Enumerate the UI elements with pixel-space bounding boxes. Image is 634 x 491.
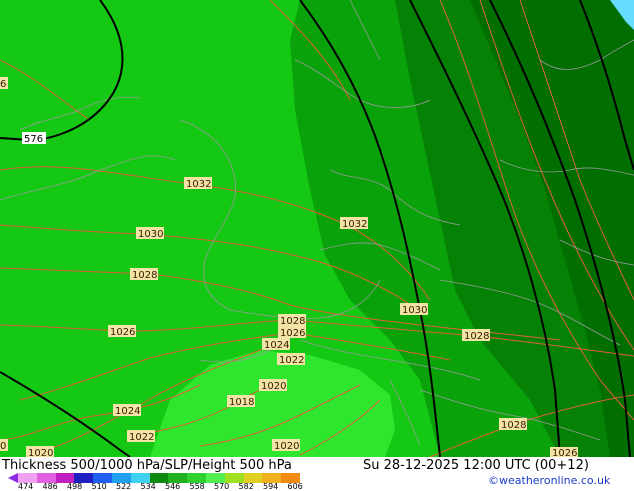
svg-text:1024: 1024 [115, 406, 140, 417]
valid-time: Su 28-12-2025 12:00 UTC (00+12) [363, 458, 589, 473]
credit-link[interactable]: ©weatheronline.co.uk [488, 474, 610, 487]
pressure-label: 1024 [262, 338, 290, 351]
svg-text:1020: 1020 [261, 381, 286, 392]
svg-text:1030: 1030 [138, 229, 163, 240]
pressure-label: 1026 [550, 447, 578, 457]
pressure-label: 6 [0, 77, 8, 90]
pressure-label: 1020 [272, 439, 300, 452]
pressure-label: 1026 [278, 326, 306, 339]
svg-text:0: 0 [0, 441, 6, 452]
svg-text:1026: 1026 [280, 328, 305, 339]
svg-text:1030: 1030 [402, 305, 427, 316]
pressure-label: 1024 [113, 404, 141, 417]
svg-text:1022: 1022 [279, 355, 304, 366]
pressure-label: 1030 [400, 303, 428, 316]
svg-text:1032: 1032 [186, 179, 211, 190]
svg-text:1022: 1022 [129, 432, 154, 443]
svg-text:1028: 1028 [464, 331, 489, 342]
svg-text:1018: 1018 [229, 397, 254, 408]
pressure-label: 1030 [136, 227, 164, 240]
pressure-label: 1020 [26, 446, 54, 457]
svg-text:576: 576 [24, 134, 43, 145]
pressure-label: 1032 [184, 177, 212, 190]
svg-text:1028: 1028 [132, 270, 157, 281]
svg-text:1024: 1024 [264, 340, 289, 351]
pressure-label: 1028 [462, 329, 490, 342]
pressure-label: 1028 [278, 314, 306, 327]
pressure-label: 1020 [259, 379, 287, 392]
height-label: 576 [22, 132, 46, 145]
svg-text:6: 6 [0, 79, 6, 90]
svg-text:1020: 1020 [28, 448, 53, 457]
map-footer: Thickness 500/1000 hPa/SLP/Height 500 hP… [0, 457, 634, 491]
pressure-label: 1028 [499, 418, 527, 431]
chart-title: Thickness 500/1000 hPa/SLP/Height 500 hP… [2, 458, 292, 473]
height-labels: 576 [22, 132, 46, 145]
colorbar [18, 473, 300, 483]
pressure-label: 1022 [127, 430, 155, 443]
svg-text:1032: 1032 [342, 219, 367, 230]
svg-text:1026: 1026 [110, 327, 135, 338]
svg-text:1026: 1026 [552, 448, 577, 457]
weather-map: 1032 1032 1030 1030 1028 1028 1028 1028 … [0, 0, 634, 457]
svg-text:1028: 1028 [280, 316, 305, 327]
svg-text:1028: 1028 [501, 420, 526, 431]
colorbar-low-arrow [8, 473, 18, 483]
pressure-label: 1022 [277, 353, 305, 366]
pressure-label: 1028 [130, 268, 158, 281]
map-canvas: 1032 1032 1030 1030 1028 1028 1028 1028 … [0, 0, 634, 457]
pressure-label: 1032 [340, 217, 368, 230]
pressure-label: 1026 [108, 325, 136, 338]
pressure-label: 0 [0, 439, 8, 452]
pressure-label: 1018 [227, 395, 255, 408]
svg-text:1020: 1020 [274, 441, 299, 452]
